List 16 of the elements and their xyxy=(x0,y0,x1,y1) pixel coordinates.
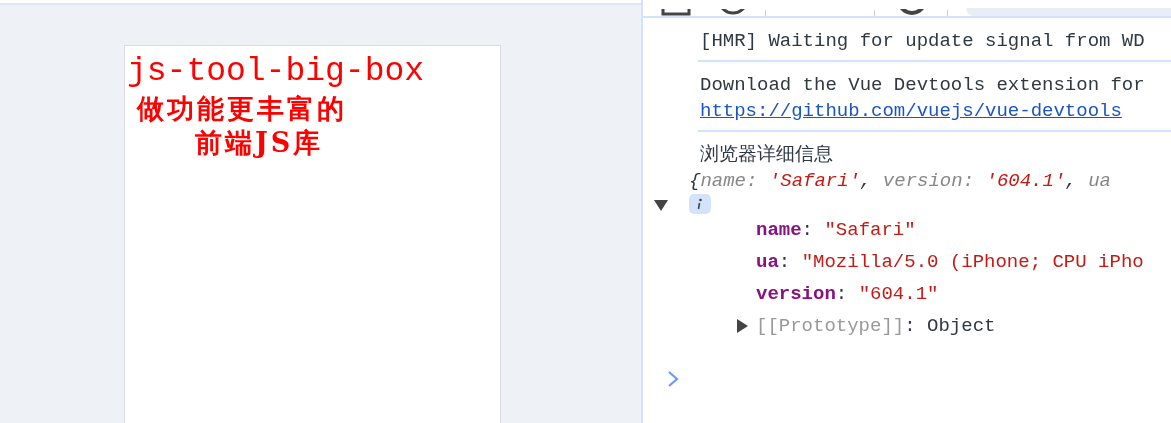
expand-caret-icon[interactable] xyxy=(734,318,750,334)
console-message: [HMR] Waiting for update signal from WD xyxy=(700,29,1146,54)
console-message: Download the Vue Devtools extension for xyxy=(700,73,1146,98)
object-preview[interactable]: {name: 'Safari', version: '604.1', ua xyxy=(689,168,1111,194)
console-label: 浏览器详细信息 xyxy=(700,143,834,168)
object-property: ua: "Mozilla/5.0 (iPhone; CPU iPho xyxy=(756,250,1145,275)
page-title: js-tool-big-box xyxy=(127,52,426,92)
collapse-caret-icon[interactable] xyxy=(653,197,669,213)
console-link[interactable]: https://github.com/vuejs/vue-devtools xyxy=(700,100,1122,122)
object-property: name: "Safari" xyxy=(756,218,917,243)
subtitle-line: 前端JS库 xyxy=(194,126,325,160)
object-property: version: "604.1" xyxy=(756,282,940,307)
prompt-chevron-icon[interactable] xyxy=(667,370,679,388)
subtitle-line: 做功能更丰富的 xyxy=(135,92,348,126)
info-icon xyxy=(689,194,711,214)
prototype-property[interactable]: [[Prototype]]: Object xyxy=(756,310,996,342)
